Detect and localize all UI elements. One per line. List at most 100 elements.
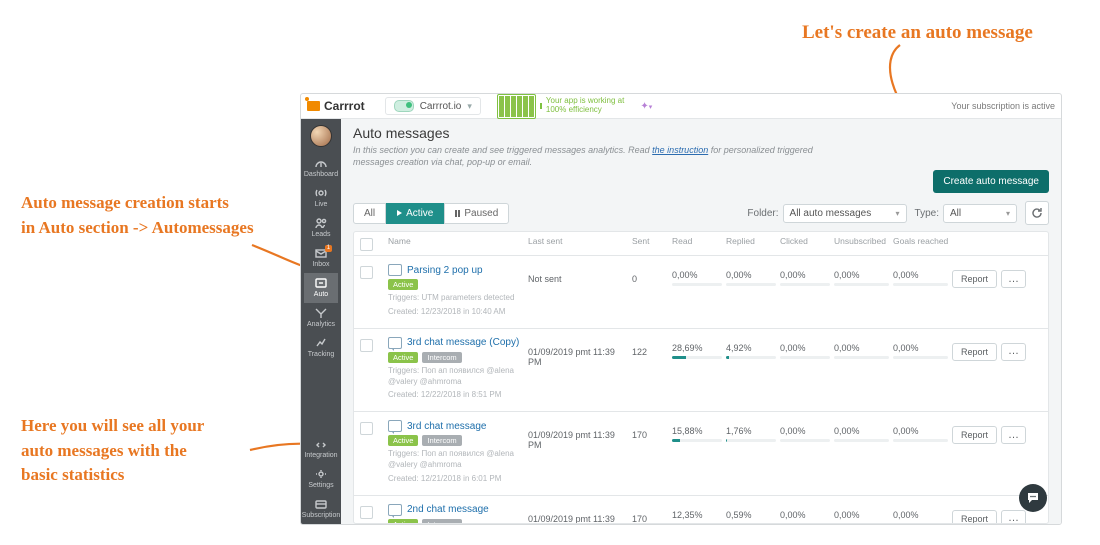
- sidebar-item-subscription[interactable]: Subscription: [302, 494, 341, 524]
- row-name[interactable]: 2nd chat message: [388, 504, 524, 516]
- col-read: Read: [672, 236, 722, 246]
- subscription-icon: [314, 498, 328, 510]
- row-name[interactable]: 3rd chat message: [388, 420, 524, 432]
- pct-cell: 0,00%: [834, 337, 889, 359]
- more-button[interactable]: …: [1001, 270, 1026, 288]
- row-name[interactable]: Parsing 2 pop up: [388, 264, 524, 276]
- annotation-list-line2: auto messages with the: [21, 441, 187, 460]
- col-name: Name: [388, 236, 524, 246]
- row-actions: Report…: [952, 337, 1042, 361]
- row-sent: 170: [632, 504, 668, 524]
- row-last-sent: Not sent: [528, 264, 628, 284]
- folder-select[interactable]: All auto messages▾: [783, 204, 907, 223]
- chevron-down-icon: ▾: [467, 101, 472, 112]
- select-all-checkbox[interactable]: [360, 238, 373, 251]
- sidebar-item-label: Dashboard: [304, 171, 338, 178]
- sidebar-item-label: Inbox: [312, 261, 329, 268]
- status-pill: Intercom: [422, 519, 461, 524]
- row-checkbox[interactable]: [360, 422, 373, 435]
- sidebar-item-analytics[interactable]: Analytics: [304, 303, 338, 333]
- topbar: Carrrot Carrrot.io ▾ Your app is working…: [301, 94, 1061, 119]
- row-last-sent: 01/09/2019 pmt 11:39 PM: [528, 504, 628, 524]
- table-row: 2nd chat messageActiveIntercomTriggers: …: [354, 496, 1048, 524]
- status-tabs: All Active Paused: [353, 203, 509, 224]
- report-button[interactable]: Report: [952, 343, 997, 361]
- more-button[interactable]: …: [1001, 426, 1026, 444]
- row-name[interactable]: 3rd chat message (Copy): [388, 337, 524, 349]
- integration-icon: [314, 438, 328, 450]
- sparkle-icon[interactable]: ✦▾: [640, 101, 652, 112]
- row-checkbox[interactable]: [360, 266, 373, 279]
- pct-cell: 0,00%: [893, 420, 948, 442]
- annotation-list: Here you will see all your auto messages…: [21, 414, 204, 488]
- more-button[interactable]: …: [1001, 343, 1026, 361]
- page-title: Auto messages: [353, 125, 1049, 141]
- sidebar-item-label: Subscription: [302, 512, 341, 519]
- create-auto-message-button[interactable]: Create auto message: [933, 170, 1049, 193]
- pct-cell: 0,00%: [780, 264, 830, 286]
- message-type-icon: [388, 504, 402, 516]
- auto-icon: [314, 277, 328, 289]
- sidebar-item-live[interactable]: Live: [304, 183, 338, 213]
- chat-fab[interactable]: [1019, 484, 1047, 512]
- site-name: Carrrot.io: [420, 101, 462, 112]
- type-filter-label: Type:: [915, 208, 939, 219]
- more-button[interactable]: …: [1001, 510, 1026, 524]
- pct-cell: 0,00%: [780, 420, 830, 442]
- pct-cell: 0,00%: [834, 420, 889, 442]
- sidebar-item-leads[interactable]: Leads: [304, 213, 338, 243]
- pct-cell: 0,00%: [780, 337, 830, 359]
- status-pill: Active: [388, 519, 418, 524]
- chevron-down-icon: ▾: [1006, 209, 1010, 218]
- pct-cell: 15,88%: [672, 420, 722, 442]
- sidebar-item-settings[interactable]: Settings: [302, 464, 341, 494]
- sidebar-item-label: Tracking: [308, 351, 335, 358]
- annotation-list-line3: basic statistics: [21, 465, 124, 484]
- pct-cell: 0,00%: [834, 264, 889, 286]
- folder-filter-label: Folder:: [747, 208, 778, 219]
- tab-paused-label: Paused: [464, 208, 498, 219]
- col-last-sent: Last sent: [528, 236, 628, 246]
- efficiency-indicator: Your app is working at 100% efficiency: [497, 94, 624, 119]
- play-icon: [397, 210, 402, 216]
- sidebar-item-inbox[interactable]: Inbox1: [304, 243, 338, 273]
- status-pill: Intercom: [422, 435, 461, 446]
- subscription-status: Your subscription is active: [951, 101, 1055, 111]
- sidebar-item-dashboard[interactable]: Dashboard: [304, 153, 338, 183]
- row-checkbox[interactable]: [360, 506, 373, 519]
- type-select[interactable]: All▾: [943, 204, 1017, 223]
- toolbar: All Active Paused Folder: All auto messa…: [341, 193, 1061, 231]
- refresh-button[interactable]: [1025, 201, 1049, 225]
- sidebar-item-tracking[interactable]: Tracking: [304, 333, 338, 363]
- message-type-icon: [388, 264, 402, 276]
- brand[interactable]: Carrrot: [307, 99, 365, 113]
- tab-paused[interactable]: Paused: [444, 203, 509, 224]
- tab-all[interactable]: All: [353, 203, 386, 224]
- tab-active[interactable]: Active: [386, 203, 444, 224]
- report-button[interactable]: Report: [952, 426, 997, 444]
- row-created: Created: 12/22/2018 in 8:51 PM: [388, 390, 524, 401]
- row-created: Created: 12/21/2018 in 6:01 PM: [388, 474, 524, 485]
- pct-cell: 28,69%: [672, 337, 722, 359]
- sidebar: Dashboard LiveLeadsInbox1AutoAnalytics Tra…: [301, 119, 341, 524]
- messages-table: Name Last sent Sent Read Replied Clicked…: [353, 231, 1049, 524]
- sidebar-item-auto[interactable]: Auto: [304, 273, 338, 303]
- pause-icon: [455, 210, 460, 217]
- row-checkbox[interactable]: [360, 339, 373, 352]
- row-actions: Report…: [952, 420, 1042, 444]
- report-button[interactable]: Report: [952, 270, 997, 288]
- pct-cell: 0,00%: [893, 264, 948, 286]
- annotation-create: Let's create an auto message: [802, 19, 1033, 47]
- site-switcher[interactable]: Carrrot.io ▾: [385, 97, 481, 115]
- pct-cell: 0,00%: [672, 264, 722, 286]
- sidebar-item-integration[interactable]: Integration: [302, 434, 341, 464]
- avatar[interactable]: [310, 125, 332, 147]
- table-row: Parsing 2 pop upActiveTriggers: UTM para…: [354, 256, 1048, 329]
- pct-cell: 12,35%: [672, 504, 722, 524]
- refresh-icon: [1031, 207, 1043, 219]
- instruction-link[interactable]: the instruction: [652, 145, 708, 155]
- table-header: Name Last sent Sent Read Replied Clicked…: [354, 232, 1048, 256]
- pct-cell: 1,76%: [726, 420, 776, 442]
- folder-filter: Folder: All auto messages▾: [747, 204, 906, 223]
- report-button[interactable]: Report: [952, 510, 997, 524]
